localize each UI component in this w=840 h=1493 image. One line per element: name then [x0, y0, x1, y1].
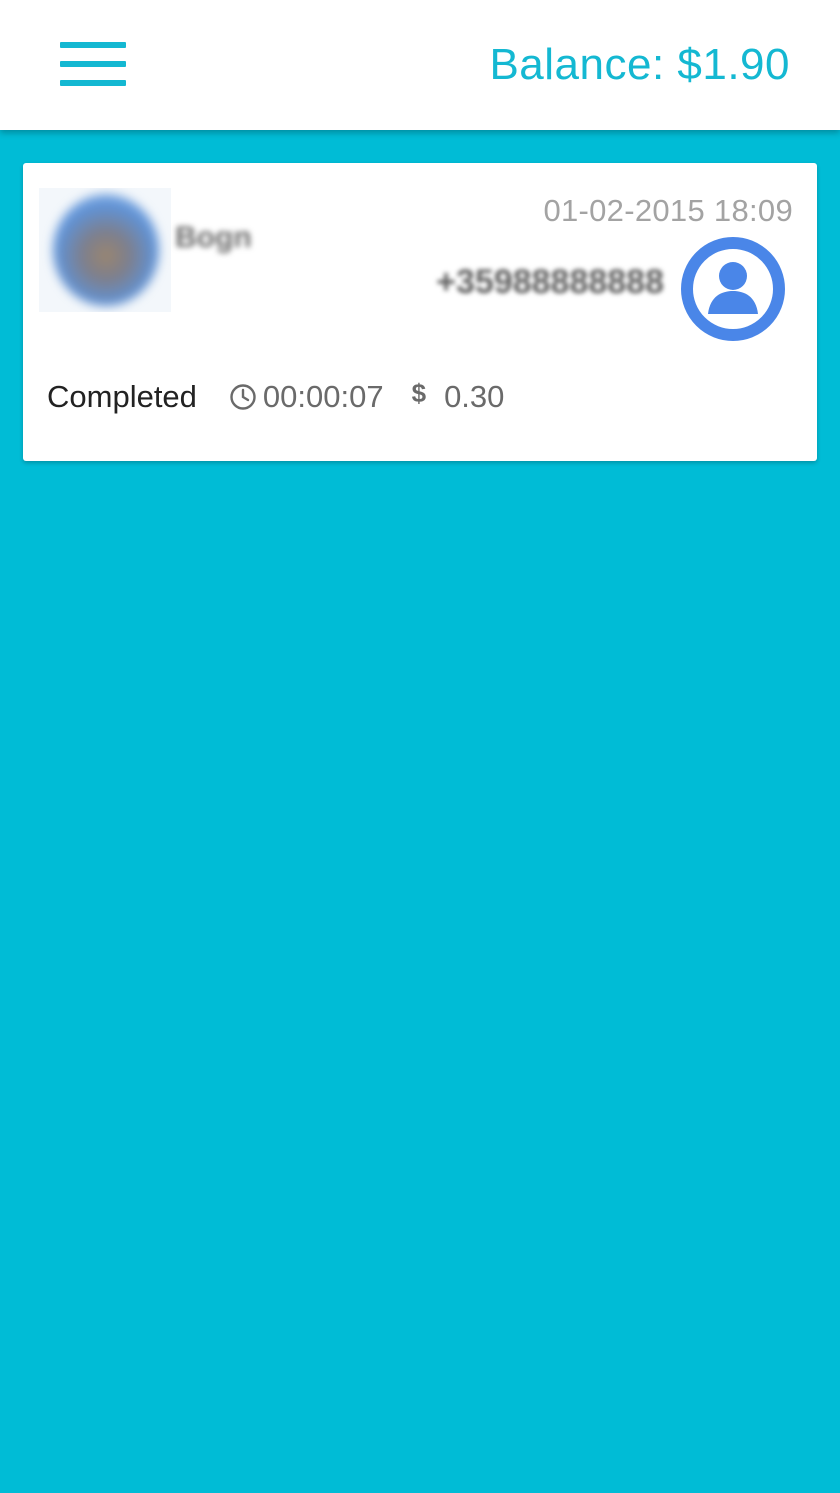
hamburger-menu-icon[interactable]	[60, 40, 128, 88]
balance-label: Balance: $1.90	[489, 40, 790, 89]
call-datetime: 01-02-2015 18:09	[543, 193, 793, 228]
call-status: Completed	[47, 379, 197, 414]
contact-avatar	[39, 188, 171, 312]
call-duration: 00:00:07	[262, 379, 384, 414]
app-bar: Balance: $1.90	[0, 0, 840, 130]
call-details-row: Completed 00:00:07 $ 0.30	[47, 377, 504, 417]
clock-icon	[229, 383, 257, 411]
menu-line	[60, 42, 126, 48]
call-log-item[interactable]: Bogn 01-02-2015 18:09 +35988888888 Compl…	[23, 163, 817, 461]
avatar-photo	[53, 194, 159, 306]
person-circle-icon[interactable]	[680, 236, 786, 342]
menu-line	[60, 80, 126, 86]
call-cost: 0.30	[444, 379, 505, 414]
menu-line	[60, 61, 126, 67]
dollar-icon: $	[411, 377, 427, 408]
contact-name: Bogn	[175, 221, 252, 254]
phone-number: +35988888888	[436, 263, 664, 301]
person-circle-icon-graphic	[681, 237, 785, 341]
